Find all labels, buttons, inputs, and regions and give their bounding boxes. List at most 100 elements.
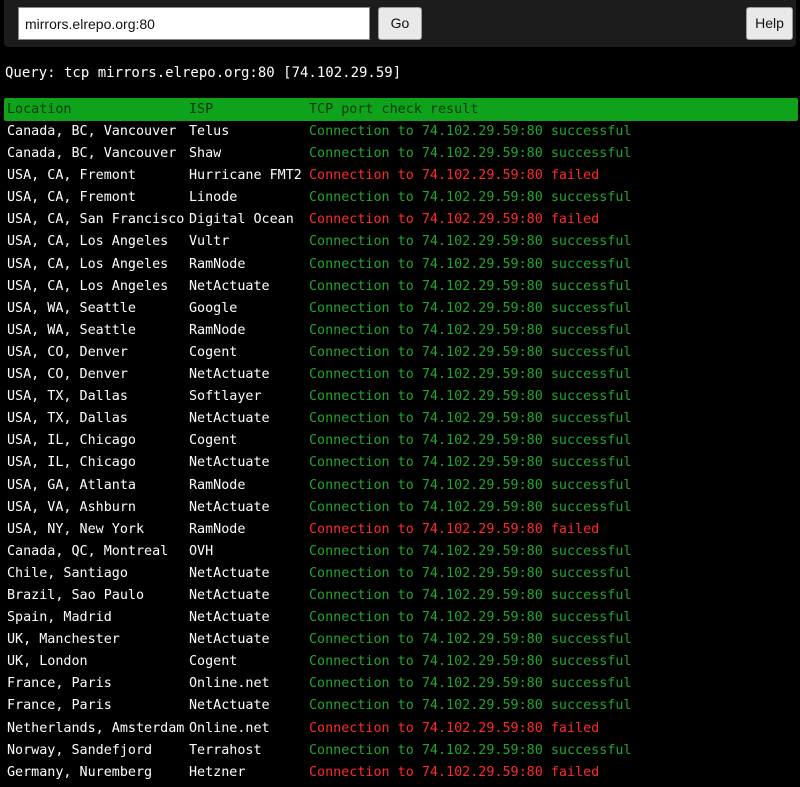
row-result: Connection to 74.102.29.59:80 successful: [309, 587, 632, 603]
row-isp: NetActuate: [189, 565, 270, 581]
row-location: Canada, BC, Vancouver: [7, 146, 177, 162]
toolbar: Go Help: [4, 0, 796, 47]
row-location: Germany, Nuremberg: [7, 764, 153, 780]
row-result: Connection to 74.102.29.59:80 successful: [309, 278, 632, 294]
table-row: France, Paris Online.net Connection to 74.…: [4, 673, 798, 695]
row-result: Connection to 74.102.29.59:80 successful: [309, 543, 632, 559]
table-row: USA, CA, San Francisco Digital Ocean Conne…: [4, 209, 798, 231]
row-isp: NetActuate: [189, 587, 270, 603]
row-result: Connection to 74.102.29.59:80 failed: [309, 764, 600, 780]
table-row: USA, IL, Chicago NetActuate Connection to …: [4, 452, 798, 474]
row-isp: NetActuate: [189, 367, 270, 383]
row-location: USA, CO, Denver: [7, 344, 128, 360]
query-text: Query: tcp mirrors.elrepo.org:80 [74.102…: [5, 65, 402, 81]
row-isp: Cogent: [189, 433, 238, 449]
row-isp: NetActuate: [189, 632, 270, 648]
row-isp: Online.net: [189, 720, 270, 736]
table-row: USA, NY, New York RamNode Connection to 74…: [4, 519, 798, 541]
row-location: Norway, Sandefjord: [7, 742, 153, 758]
table-row: USA, TX, Dallas NetActuate Connection to 7…: [4, 408, 798, 430]
results-table: Location ISP TCP port check result Canad…: [4, 98, 798, 784]
row-location: USA, NY, New York: [7, 521, 145, 537]
row-isp: Vultr: [189, 234, 230, 250]
table-row: Netherlands, Amsterdam Online.net Connecti…: [4, 718, 798, 740]
row-isp: Terrahost: [189, 742, 262, 758]
row-location: USA, TX, Dallas: [7, 411, 128, 427]
row-result: Connection to 74.102.29.59:80 successful: [309, 455, 632, 471]
row-result: Connection to 74.102.29.59:80 successful: [309, 632, 632, 648]
row-isp: RamNode: [189, 521, 246, 537]
row-result: Connection to 74.102.29.59:80 failed: [309, 521, 600, 537]
table-row: USA, VA, Ashburn NetActuate Connection to …: [4, 497, 798, 519]
row-location: USA, CA, Fremont: [7, 190, 136, 206]
table-row: Germany, Nuremberg Hetzner Connection to 7…: [4, 762, 798, 784]
table-row: USA, WA, Seattle RamNode Connection to 74.…: [4, 320, 798, 342]
row-result: Connection to 74.102.29.59:80 successful: [309, 433, 632, 449]
row-isp: Online.net: [189, 676, 270, 692]
row-isp: Hetzner: [189, 764, 246, 780]
row-location: USA, WA, Seattle: [7, 300, 136, 316]
row-location: USA, CA, Los Angeles: [7, 278, 169, 294]
row-location: Chile, Santiago: [7, 565, 128, 581]
table-row: Canada, BC, Vancouver Telus Connection to …: [4, 121, 798, 143]
row-isp: OVH: [189, 543, 214, 559]
row-location: USA, GA, Atlanta: [7, 477, 136, 493]
row-result: Connection to 74.102.29.59:80 successful: [309, 146, 632, 162]
row-result: Connection to 74.102.29.59:80 failed: [309, 720, 600, 736]
row-result: Connection to 74.102.29.59:80 failed: [309, 168, 600, 184]
table-row: USA, CA, Fremont Hurricane FMT2 Connection…: [4, 165, 798, 187]
header-location: Location: [7, 102, 72, 117]
row-location: France, Paris: [7, 698, 112, 714]
row-location: Netherlands, Amsterdam: [7, 720, 185, 736]
row-result: Connection to 74.102.29.59:80 successful: [309, 499, 632, 515]
row-location: USA, WA, Seattle: [7, 322, 136, 338]
table-row: USA, CA, Los Angeles NetActuate Connection…: [4, 276, 798, 298]
table-row: Canada, QC, Montreal OVH Connection to 74.…: [4, 541, 798, 563]
row-isp: Cogent: [189, 344, 238, 360]
row-isp: NetActuate: [189, 698, 270, 714]
row-isp: Telus: [189, 124, 230, 139]
row-isp: RamNode: [189, 256, 246, 272]
row-location: USA, CA, Los Angeles: [7, 256, 169, 272]
header-isp: ISP: [189, 102, 214, 117]
row-result: Connection to 74.102.29.59:80 successful: [309, 234, 632, 250]
table-row: USA, CA, Los Angeles Vultr Connection to 7…: [4, 231, 798, 253]
row-result: Connection to 74.102.29.59:80 successful: [309, 256, 632, 272]
row-result: Connection to 74.102.29.59:80 successful: [309, 300, 632, 316]
row-location: USA, VA, Ashburn: [7, 499, 136, 515]
table-row: Brazil, Sao Paulo NetActuate Connection to…: [4, 585, 798, 607]
row-location: Spain, Madrid: [7, 610, 112, 626]
row-location: UK, London: [7, 654, 88, 670]
row-location: USA, TX, Dallas: [7, 389, 128, 405]
row-result: Connection to 74.102.29.59:80 successful: [309, 565, 632, 581]
row-location: USA, CA, Los Angeles: [7, 234, 169, 250]
help-button[interactable]: Help: [746, 7, 793, 40]
row-result: Connection to 74.102.29.59:80 successful: [309, 698, 632, 714]
table-row: Canada, BC, Vancouver Shaw Connection to 7…: [4, 143, 798, 165]
row-isp: Cogent: [189, 654, 238, 670]
header-result: TCP port check result: [309, 102, 479, 117]
table-row: Chile, Santiago NetActuate Connection to 7…: [4, 563, 798, 585]
row-result: Connection to 74.102.29.59:80 successful: [309, 676, 632, 692]
row-location: USA, CA, San Francisco: [7, 212, 185, 228]
row-isp: RamNode: [189, 477, 246, 493]
row-isp: Hurricane FMT2: [189, 168, 302, 184]
row-isp: NetActuate: [189, 455, 270, 471]
table-row: USA, IL, Chicago Cogent Connection to 74.1…: [4, 430, 798, 452]
row-result: Connection to 74.102.29.59:80 successful: [309, 477, 632, 493]
row-isp: RamNode: [189, 322, 246, 338]
row-result: Connection to 74.102.29.59:80 successful: [309, 190, 632, 206]
row-isp: NetActuate: [189, 610, 270, 626]
row-result: Connection to 74.102.29.59:80 successful: [309, 322, 632, 338]
table-row: UK, Manchester NetActuate Connection to 74…: [4, 629, 798, 651]
row-location: Brazil, Sao Paulo: [7, 587, 145, 603]
row-result: Connection to 74.102.29.59:80 failed: [309, 212, 600, 228]
table-row: USA, CA, Fremont Linode Connection to 74.1…: [4, 187, 798, 209]
go-button[interactable]: Go: [378, 7, 422, 40]
row-location: USA, CO, Denver: [7, 367, 128, 383]
host-port-input[interactable]: [18, 7, 370, 40]
row-isp: NetActuate: [189, 499, 270, 515]
table-row: USA, CO, Denver NetActuate Connection to 7…: [4, 364, 798, 386]
row-isp: Shaw: [189, 146, 222, 162]
row-isp: Google: [189, 300, 238, 316]
